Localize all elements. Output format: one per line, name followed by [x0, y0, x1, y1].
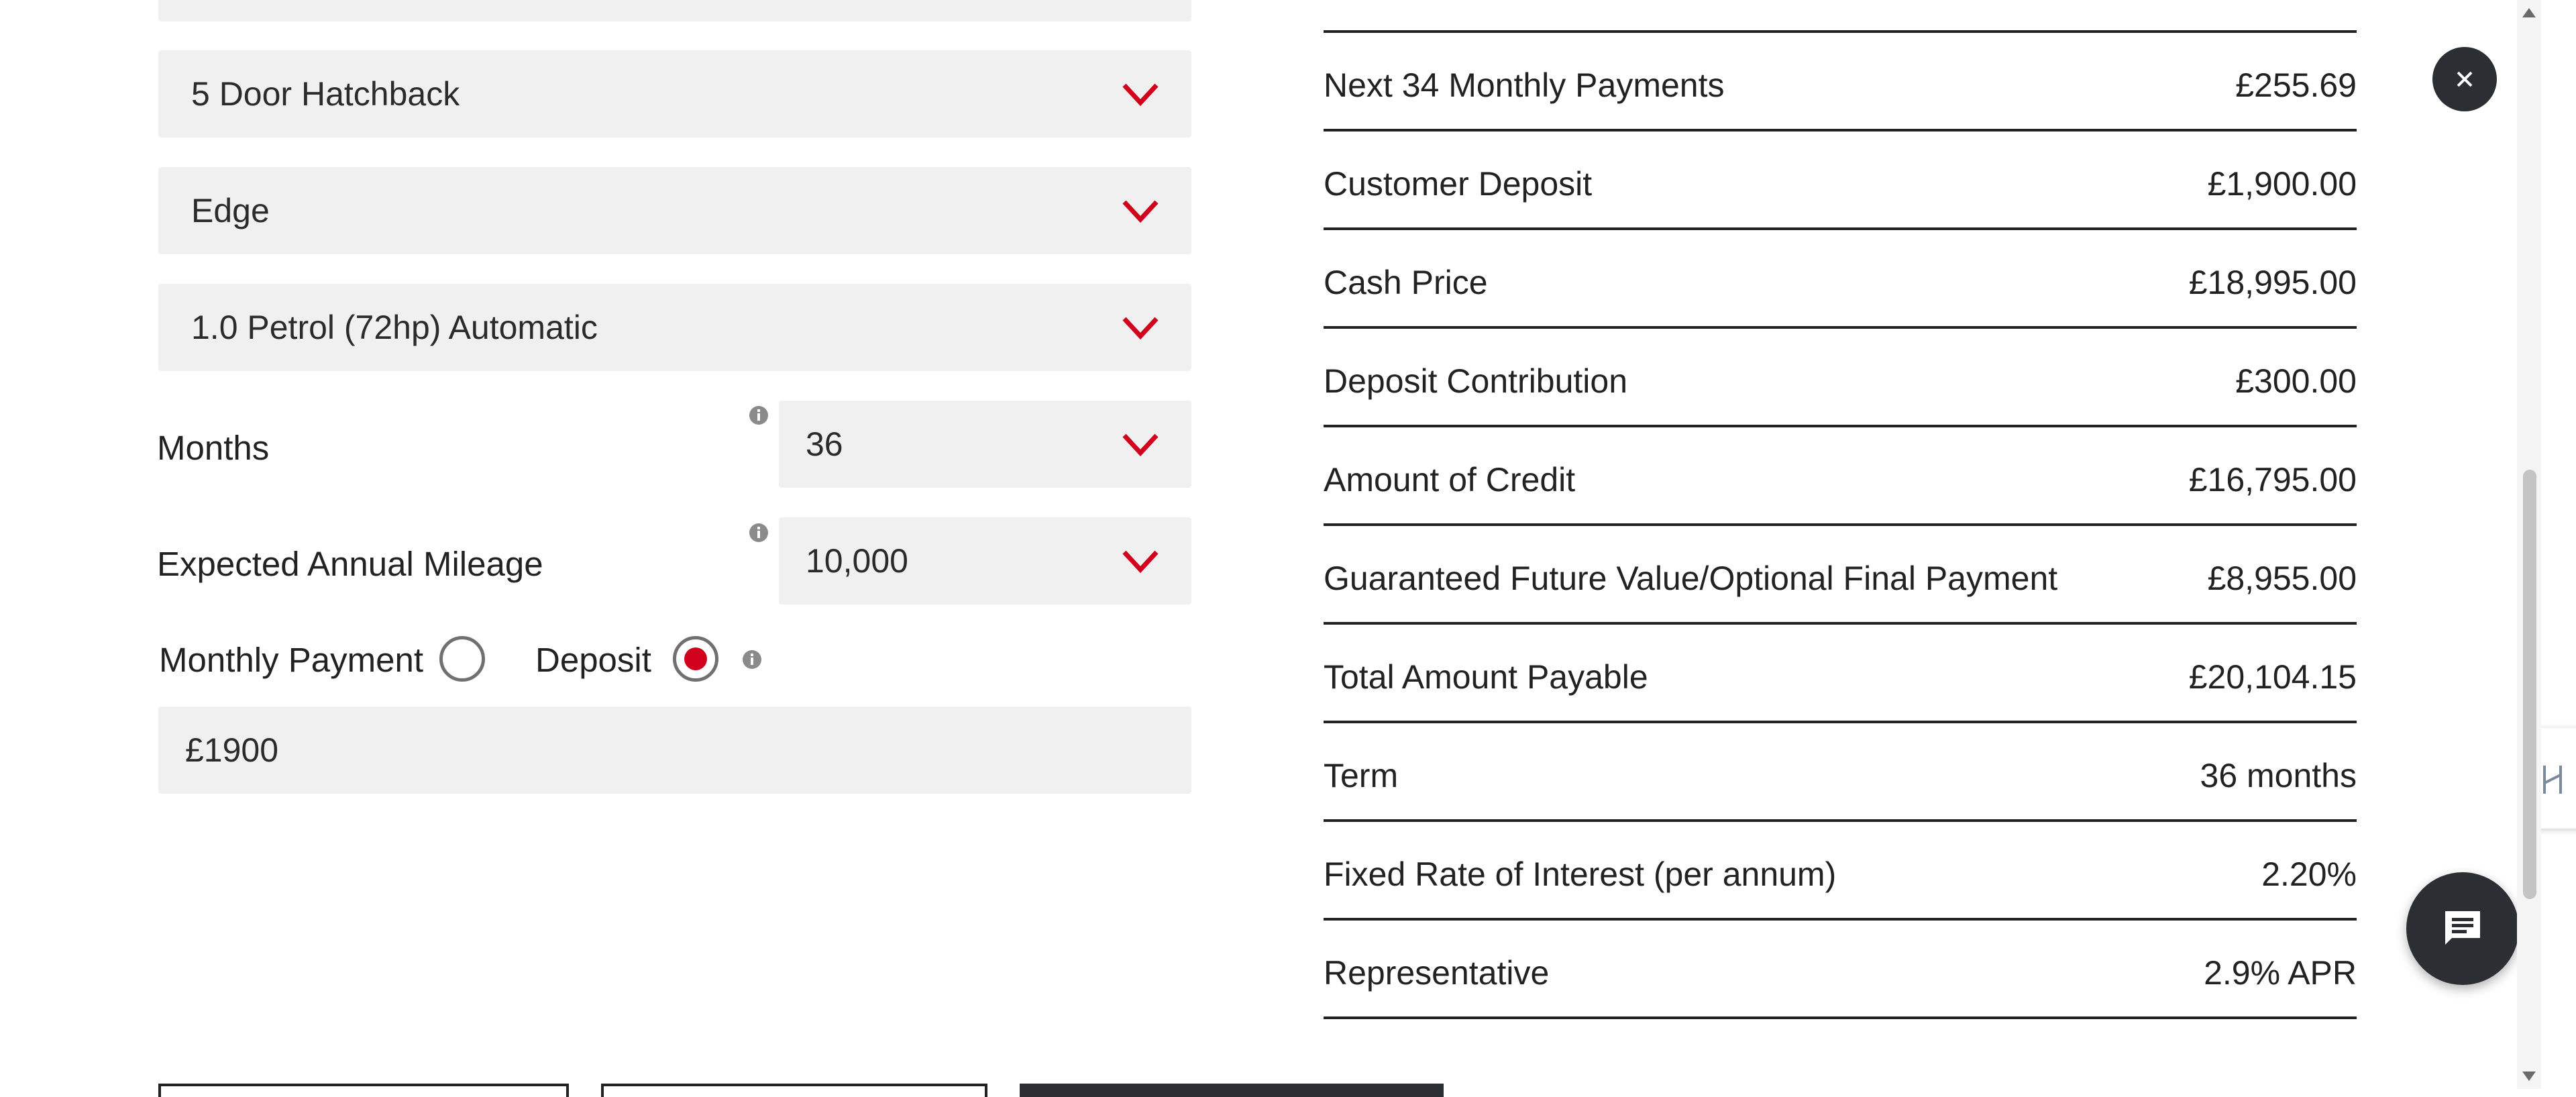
summary-value: £255.69: [2235, 66, 2357, 104]
summary-value: £16,795.00: [2188, 461, 2357, 499]
body-style-select[interactable]: 5 Door Hatchback: [158, 50, 1191, 138]
summary-label: Cash Price: [1324, 264, 1488, 301]
summary-label: Customer Deposit: [1324, 165, 1593, 203]
summary-value: £300.00: [2235, 362, 2357, 400]
engine-select[interactable]: 1.0 Petrol (72hp) Automatic: [158, 284, 1191, 371]
radio-selected-dot: [684, 647, 707, 670]
scrollbar-thumb[interactable]: [2523, 470, 2536, 899]
chat-icon: [2445, 911, 2480, 945]
engine-value: 1.0 Petrol (72hp) Automatic: [191, 309, 598, 346]
summary-row: Cash Price £18,995.00: [1324, 230, 2357, 329]
summary-label: Term: [1324, 757, 1399, 794]
summary-value: 36 months: [2200, 757, 2357, 794]
deposit-amount-value: £1900: [185, 731, 279, 769]
summary-label: Deposit Contribution: [1324, 362, 1628, 400]
summary-value: 2.20%: [2261, 855, 2357, 893]
bottom-button-2[interactable]: [601, 1084, 987, 1097]
summary-row: Customer Deposit £1,900.00: [1324, 132, 2357, 230]
summary-label: Representative: [1324, 954, 1550, 992]
info-icon[interactable]: [749, 405, 769, 425]
widget-icon: [2543, 766, 2562, 794]
trim-value: Edge: [191, 192, 270, 229]
summary-value: £18,995.00: [2188, 264, 2357, 301]
summary-value: £1,900.00: [2207, 165, 2357, 203]
summary-value: 2.9% APR: [2204, 954, 2357, 992]
summary-value: £20,104.15: [2188, 658, 2357, 696]
months-label: Months: [157, 429, 270, 467]
monthly-payment-radio-label: Monthly Payment: [159, 641, 424, 679]
scroll-up-arrow-icon[interactable]: [2521, 7, 2537, 19]
close-icon: [2457, 71, 2473, 87]
info-icon[interactable]: [749, 523, 769, 543]
trim-select[interactable]: Edge: [158, 167, 1191, 254]
summary-label: Fixed Rate of Interest (per annum): [1324, 855, 1837, 893]
chevron-down-icon: [1122, 433, 1159, 457]
summary-row: Deposit Contribution £300.00: [1324, 329, 2357, 427]
summary-row: Amount of Credit £16,795.00: [1324, 427, 2357, 526]
chevron-down-icon: [1122, 550, 1159, 574]
chevron-down-icon: [1122, 317, 1159, 340]
info-icon[interactable]: [742, 649, 762, 670]
summary-label: Guaranteed Future Value/Optional Final P…: [1324, 560, 2058, 597]
summary-row: Guaranteed Future Value/Optional Final P…: [1324, 526, 2357, 625]
summary-row: Representative 2.9% APR: [1324, 921, 2357, 1019]
summary-row: Next 34 Monthly Payments £255.69: [1324, 33, 2357, 132]
chat-button[interactable]: [2406, 872, 2519, 985]
summary-row: Term 36 months: [1324, 723, 2357, 822]
deposit-amount-input[interactable]: £1900: [158, 707, 1191, 794]
deposit-radio[interactable]: [673, 636, 718, 682]
chevron-down-icon: [1122, 200, 1159, 223]
summary-value: £8,955.00: [2207, 560, 2357, 597]
months-select[interactable]: 36: [779, 401, 1191, 488]
summary-label: Total Amount Payable: [1324, 658, 1648, 696]
deposit-radio-label: Deposit: [535, 641, 651, 679]
summary-row: Fixed Rate of Interest (per annum) 2.20%: [1324, 822, 2357, 921]
monthly-payment-radio[interactable]: [439, 636, 485, 682]
summary-row: Total Amount Payable £20,104.15: [1324, 625, 2357, 723]
bottom-button-3[interactable]: [1020, 1084, 1444, 1097]
select-top-partial[interactable]: [158, 0, 1191, 21]
summary-label: Next 34 Monthly Payments: [1324, 66, 1725, 104]
body-style-value: 5 Door Hatchback: [191, 75, 460, 113]
close-button[interactable]: [2432, 47, 2497, 111]
mileage-select[interactable]: 10,000: [779, 517, 1191, 605]
chevron-down-icon: [1122, 83, 1159, 107]
mileage-label: Expected Annual Mileage: [157, 545, 543, 583]
summary-label: Amount of Credit: [1324, 461, 1576, 499]
scroll-down-arrow-icon[interactable]: [2521, 1070, 2537, 1082]
bottom-button-1[interactable]: [158, 1084, 569, 1097]
